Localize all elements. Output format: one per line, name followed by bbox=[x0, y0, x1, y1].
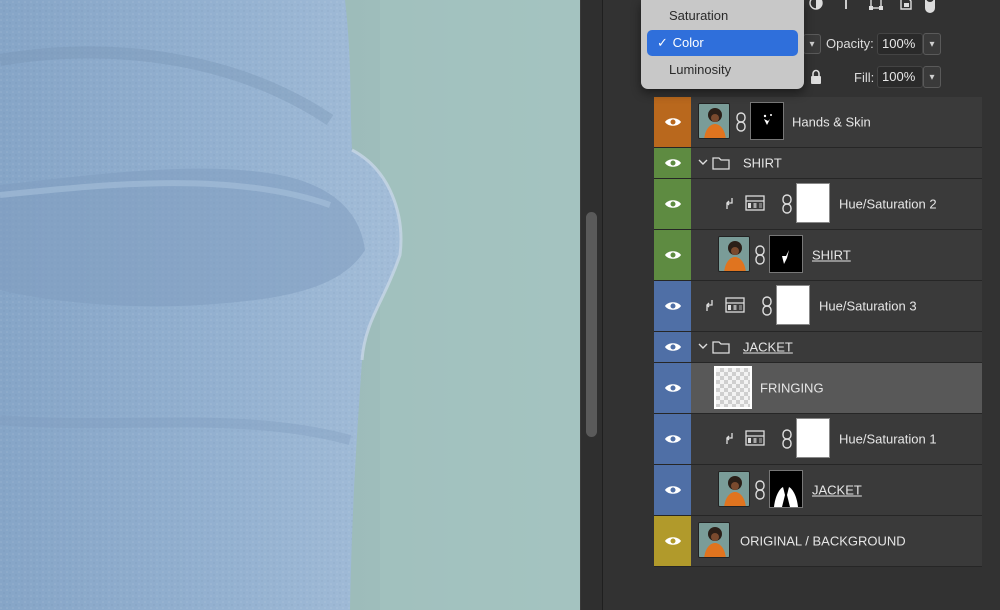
link-icon[interactable] bbox=[762, 296, 772, 316]
filter-toggle-icon[interactable] bbox=[925, 0, 935, 13]
eye-icon bbox=[664, 384, 681, 392]
eye-icon bbox=[664, 435, 681, 443]
blend-mode-option-luminosity[interactable]: Luminosity bbox=[647, 57, 798, 83]
canvas-image bbox=[0, 0, 580, 610]
fill-field[interactable]: 100% bbox=[877, 66, 923, 88]
layer-thumbnail[interactable] bbox=[698, 103, 730, 139]
hue-saturation-adjustment-icon[interactable] bbox=[725, 297, 745, 313]
layer-fringing[interactable]: FRINGING bbox=[654, 363, 982, 414]
eye-icon bbox=[664, 200, 681, 208]
link-icon[interactable] bbox=[755, 245, 765, 265]
visibility-toggle[interactable] bbox=[654, 179, 691, 229]
menu-item-label: Saturation bbox=[669, 8, 729, 23]
eye-icon bbox=[664, 118, 681, 126]
layer-name: Hue/Saturation 1 bbox=[839, 431, 937, 447]
blend-mode-option-color[interactable]: ✓ Color bbox=[647, 30, 798, 56]
visibility-toggle[interactable] bbox=[654, 332, 691, 362]
blend-mode-menu: Saturation ✓ Color Luminosity bbox=[641, 0, 804, 89]
blend-mode-option-saturation[interactable]: Saturation bbox=[647, 3, 798, 29]
visibility-toggle[interactable] bbox=[654, 363, 691, 413]
visibility-toggle[interactable] bbox=[654, 97, 691, 147]
clipping-arrow-icon bbox=[726, 198, 733, 209]
layer-mask-thumbnail[interactable] bbox=[796, 418, 830, 458]
layer-group-jacket[interactable]: JACKET bbox=[654, 332, 982, 363]
link-icon[interactable] bbox=[782, 429, 792, 449]
layer-name: JACKET bbox=[812, 482, 862, 498]
layer-name: FRINGING bbox=[760, 380, 824, 396]
layers-panel: ▾ Opacity: 100% ▾ Fill: 100% ▾ Hands & S… bbox=[602, 0, 1000, 610]
clipping-arrow-icon bbox=[706, 300, 713, 311]
eye-icon bbox=[664, 251, 681, 259]
eye-icon bbox=[664, 537, 681, 545]
layer-hands-and-skin[interactable]: Hands & Skin bbox=[654, 97, 982, 148]
layer-mask-thumbnail[interactable] bbox=[769, 235, 803, 273]
link-icon[interactable] bbox=[782, 194, 792, 214]
opacity-label: Opacity: bbox=[826, 36, 874, 51]
document-canvas[interactable] bbox=[0, 0, 580, 610]
folder-icon bbox=[712, 157, 730, 170]
layer-name: Hue/Saturation 3 bbox=[819, 298, 917, 314]
adjustment-filter-icon[interactable] bbox=[805, 0, 827, 14]
layer-jacket[interactable]: JACKET bbox=[654, 465, 982, 516]
layer-mask-thumbnail[interactable] bbox=[750, 102, 784, 140]
opacity-field[interactable]: 100% bbox=[877, 33, 923, 55]
layer-thumbnail[interactable] bbox=[698, 522, 730, 558]
layer-mask-thumbnail[interactable] bbox=[796, 183, 830, 223]
chevron-down-icon[interactable] bbox=[697, 340, 709, 352]
visibility-toggle[interactable] bbox=[654, 148, 691, 178]
layer-name: JACKET bbox=[743, 339, 793, 355]
chevron-down-icon[interactable] bbox=[697, 156, 709, 168]
opacity-chevron-icon[interactable]: ▾ bbox=[923, 33, 941, 55]
type-filter-icon[interactable] bbox=[835, 0, 857, 14]
visibility-toggle[interactable] bbox=[654, 414, 691, 464]
visibility-toggle[interactable] bbox=[654, 516, 691, 566]
layers-list: Hands & Skin SHIRT Hue/Saturation 2 SHIR… bbox=[654, 97, 982, 567]
visibility-toggle[interactable] bbox=[654, 230, 691, 280]
visibility-toggle[interactable] bbox=[654, 465, 691, 515]
hue-saturation-adjustment-icon[interactable] bbox=[745, 195, 765, 211]
layer-name: SHIRT bbox=[812, 247, 851, 263]
fill-chevron-icon[interactable]: ▾ bbox=[923, 66, 941, 88]
eye-icon bbox=[664, 159, 681, 167]
filter-icons bbox=[805, 0, 935, 14]
clipping-arrow-icon bbox=[726, 433, 733, 444]
fill-label: Fill: bbox=[854, 70, 875, 85]
scrollbar-thumb[interactable] bbox=[586, 212, 597, 437]
eye-icon bbox=[664, 302, 681, 310]
checkmark-icon: ✓ bbox=[657, 35, 668, 50]
visibility-toggle[interactable] bbox=[654, 281, 691, 331]
layer-hue-saturation-2[interactable]: Hue/Saturation 2 bbox=[654, 179, 982, 230]
layer-group-shirt[interactable]: SHIRT bbox=[654, 148, 982, 179]
layer-hue-saturation-1[interactable]: Hue/Saturation 1 bbox=[654, 414, 982, 465]
layer-shirt[interactable]: SHIRT bbox=[654, 230, 982, 281]
layer-thumbnail[interactable] bbox=[714, 366, 752, 409]
eye-icon bbox=[664, 343, 681, 351]
eye-icon bbox=[664, 486, 681, 494]
layer-thumbnail[interactable] bbox=[718, 236, 750, 272]
lock-all-icon[interactable] bbox=[809, 69, 823, 90]
layer-original-background[interactable]: ORIGINAL / BACKGROUND bbox=[654, 516, 982, 567]
layer-name: Hands & Skin bbox=[792, 114, 871, 130]
blend-mode-chevron-icon[interactable]: ▾ bbox=[803, 34, 821, 54]
folder-icon bbox=[712, 341, 730, 354]
menu-item-label: Luminosity bbox=[669, 62, 732, 77]
smart-object-filter-icon[interactable] bbox=[895, 0, 917, 14]
layer-thumbnail[interactable] bbox=[718, 471, 750, 507]
layer-hue-saturation-3[interactable]: Hue/Saturation 3 bbox=[654, 281, 982, 332]
link-icon[interactable] bbox=[755, 480, 765, 500]
shape-filter-icon[interactable] bbox=[865, 0, 887, 14]
layer-mask-thumbnail[interactable] bbox=[776, 285, 810, 325]
canvas-scrollbar[interactable] bbox=[580, 0, 602, 610]
layer-name: SHIRT bbox=[743, 155, 782, 171]
layer-name: Hue/Saturation 2 bbox=[839, 196, 937, 212]
layer-mask-thumbnail[interactable] bbox=[769, 470, 803, 508]
menu-item-label: Color bbox=[672, 35, 704, 50]
link-icon[interactable] bbox=[736, 112, 746, 132]
hue-saturation-adjustment-icon[interactable] bbox=[745, 430, 765, 446]
layer-name: ORIGINAL / BACKGROUND bbox=[740, 533, 906, 549]
